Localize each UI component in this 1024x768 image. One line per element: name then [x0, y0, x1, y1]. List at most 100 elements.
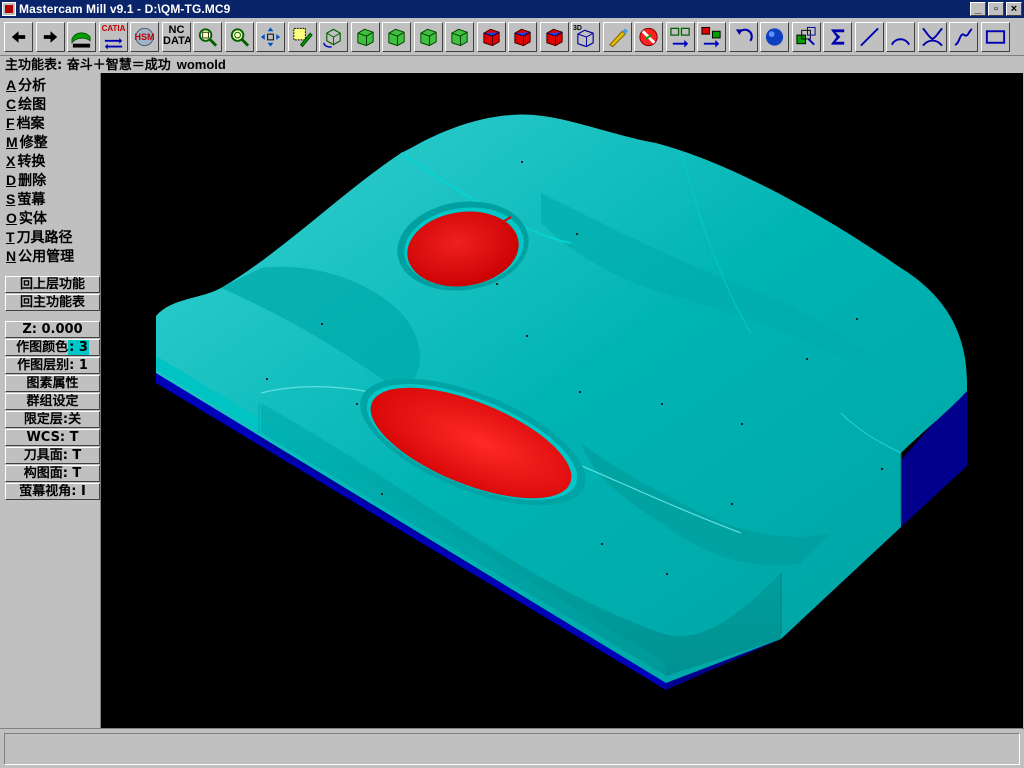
pan-button[interactable] — [256, 22, 285, 52]
minimize-button[interactable]: _ — [970, 2, 986, 16]
menu-hotkey: C — [6, 96, 17, 112]
brush-icon — [609, 28, 629, 48]
zoom-out-icon — [230, 28, 250, 47]
menu-item-create[interactable]: C 绘图 — [6, 95, 46, 114]
window-title: Mastercam Mill v9.1 - D:\QM-TG.MC9 — [19, 2, 231, 16]
fillet-button[interactable] — [918, 22, 947, 52]
forward-arrow-button[interactable] — [36, 22, 65, 52]
zoom-out-button[interactable] — [225, 22, 254, 52]
gview-button[interactable]: 萤幕视角: I — [5, 483, 100, 500]
menu-item-file[interactable]: F 档案 — [6, 114, 45, 133]
red-cube-icon — [546, 28, 563, 47]
moldplus-button[interactable] — [67, 22, 96, 52]
undo-button[interactable] — [729, 22, 758, 52]
menu-item-delete[interactable]: D 删除 — [6, 171, 46, 190]
tplane-button[interactable]: 刀具面: T — [5, 447, 100, 464]
menu-item-label: 修整 — [19, 135, 48, 151]
menu-item-label: 公用管理 — [18, 249, 75, 265]
brush-button[interactable] — [603, 22, 632, 52]
red-cube-icon — [514, 28, 531, 47]
menu-item-modify[interactable]: M 修整 — [6, 133, 48, 152]
multi-select-button[interactable] — [792, 22, 821, 52]
restore-button[interactable]: ▫ — [988, 2, 1004, 16]
hsm-button[interactable]: HSM — [130, 22, 159, 52]
nc-data-label: NC DATA — [163, 24, 191, 47]
iso-view-button[interactable] — [445, 22, 474, 52]
3d-view-button[interactable]: 3D — [571, 22, 600, 52]
nc-data-button[interactable]: NC DATA — [162, 22, 191, 52]
close-button[interactable]: × — [1006, 2, 1022, 16]
side-view-button[interactable] — [414, 22, 443, 52]
sigma-button[interactable] — [823, 22, 852, 52]
select-edit-button[interactable] — [288, 22, 317, 52]
arc-button[interactable] — [886, 22, 915, 52]
color-boxes-button[interactable] — [697, 22, 726, 52]
color-label: 作图颜色 — [16, 340, 69, 355]
sigma-icon — [830, 29, 845, 45]
catia-translator-button[interactable]: CATIA — [99, 22, 128, 52]
main-menu-button[interactable]: 回主功能表 — [5, 294, 100, 311]
sphere-button[interactable] — [760, 22, 789, 52]
color-button[interactable]: 作图颜色: 3 — [5, 339, 100, 356]
menu-item-nc-utils[interactable]: N 公用管理 — [6, 247, 74, 266]
minimize-icon: _ — [974, 2, 982, 15]
menu-item-toolpaths[interactable]: T 刀具路径 — [6, 228, 73, 247]
attributes-button[interactable]: 图素属性 — [5, 375, 100, 392]
menu-item-analyze[interactable]: A 分析 — [6, 76, 46, 95]
back-up-button[interactable]: 回上层功能 — [5, 276, 100, 293]
prompt-suffix: womold — [176, 57, 226, 72]
right-arrow-icon — [43, 31, 58, 43]
hsm-label: HSM — [134, 32, 155, 42]
menu-item-label: 刀具路径 — [16, 230, 73, 246]
menu-item-label: 分析 — [18, 78, 47, 94]
rectangle-button[interactable] — [981, 22, 1010, 52]
shaded-cube-top-button[interactable] — [477, 22, 506, 52]
pencil-select-icon — [293, 27, 313, 48]
undo-arc-icon — [735, 28, 753, 42]
menu-item-label: 删除 — [18, 173, 47, 189]
menu-item-label: 绘图 — [18, 97, 47, 113]
title-bar: Mastercam Mill v9.1 - D:\QM-TG.MC9 _ ▫ × — [0, 0, 1024, 18]
status-bar — [0, 728, 1024, 768]
mastercam-app-icon[interactable] — [2, 2, 16, 16]
red-cube-icon — [483, 28, 500, 47]
wire-cube-icon — [357, 28, 374, 47]
rotate-view-button[interactable] — [319, 22, 348, 52]
color-boxes-icon — [701, 26, 721, 48]
menu-hotkey: T — [6, 229, 15, 245]
line-icon — [860, 27, 879, 47]
shaded-cube-side-button[interactable] — [540, 22, 569, 52]
rectangle-icon — [985, 30, 1006, 44]
menu-hotkey: X — [6, 153, 16, 169]
z-depth-button[interactable]: Z: 0.000 — [5, 321, 100, 338]
graphics-viewport[interactable] — [101, 73, 1023, 728]
blue-sphere-icon — [765, 28, 784, 46]
top-view-button[interactable] — [351, 22, 380, 52]
menu-hotkey: S — [6, 191, 16, 207]
cplane-button[interactable]: 构图面: T — [5, 465, 100, 482]
spline-button[interactable] — [949, 22, 978, 52]
no-entry-icon — [639, 27, 658, 47]
transform-arrange-button[interactable] — [666, 22, 695, 52]
front-view-button[interactable] — [382, 22, 411, 52]
no-entry-button[interactable] — [634, 22, 663, 52]
wcs-button[interactable]: WCS: T — [5, 429, 100, 446]
menu-item-screen[interactable]: S 萤幕 — [6, 190, 45, 209]
menu-item-xform[interactable]: X 转换 — [6, 152, 45, 171]
prompt-line: 主功能表: 奋斗＋智慧＝成功 womold — [0, 56, 1024, 73]
moldplus-logo-icon — [71, 32, 91, 48]
line-button[interactable] — [855, 22, 884, 52]
wire-cube-icon — [388, 28, 405, 47]
group-button[interactable]: 群组设定 — [5, 393, 100, 410]
spline-icon — [954, 28, 973, 46]
fillet-icon — [922, 27, 943, 47]
menu-item-solids[interactable]: O 实体 — [6, 209, 47, 228]
level-button[interactable]: 作图层别: 1 — [5, 357, 100, 374]
rotate-cube-icon — [323, 28, 341, 48]
left-arrow-icon — [11, 31, 26, 43]
zoom-window-button[interactable] — [193, 22, 222, 52]
shaded-cube-front-button[interactable] — [508, 22, 537, 52]
back-arrow-button[interactable] — [4, 22, 33, 52]
restore-icon: ▫ — [994, 2, 998, 15]
mask-button[interactable]: 限定层:关 — [5, 411, 100, 428]
